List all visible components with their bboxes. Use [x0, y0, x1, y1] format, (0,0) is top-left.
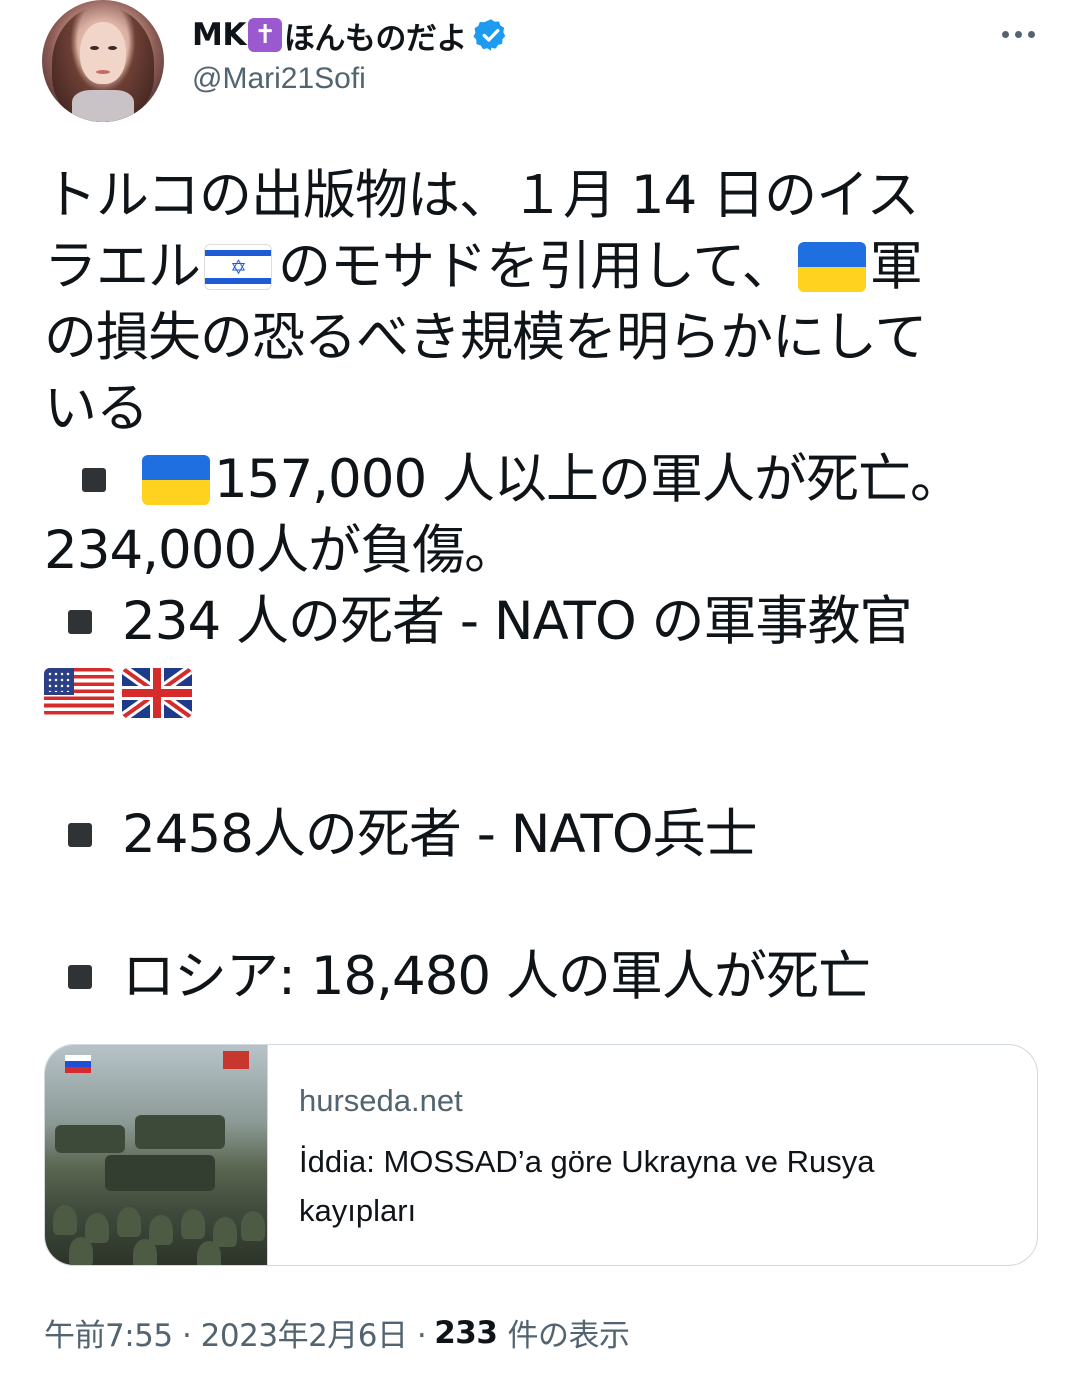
- tweet-line: [44, 657, 1044, 728]
- tweet-text: トルコの出版物は、１月 14 日のイス ラエル ✡ のモサドを引用して、 軍 の…: [44, 160, 1044, 1012]
- avatar-eye: [108, 46, 117, 50]
- tweet-line-empty: [44, 728, 1044, 799]
- soldier-shape: [197, 1241, 221, 1265]
- cross-icon: ✝: [247, 18, 282, 52]
- soldier-shape: [53, 1205, 77, 1235]
- soldier-shape: [117, 1207, 141, 1237]
- tweet-line: ロシア: 18,480 人の軍人が死亡: [44, 941, 1044, 1012]
- red-banner-icon: [223, 1051, 249, 1069]
- more-options-icon[interactable]: [996, 22, 1040, 46]
- black-square-bullet-icon: [68, 964, 92, 989]
- soldier-shape: [149, 1215, 173, 1245]
- tank-shape: [105, 1155, 215, 1191]
- tweet-text-segment: ロシア: 18,480 人の軍人が死亡: [122, 946, 871, 1007]
- user-handle[interactable]: @Mari21Sofi: [192, 62, 366, 96]
- tweet-text-segment: の損失の恐るべき規模を明らかにして: [44, 307, 927, 368]
- tweet-line: 157,000 人以上の軍人が死亡。: [44, 444, 1044, 515]
- tank-shape: [55, 1125, 125, 1153]
- soldier-shape: [181, 1209, 205, 1239]
- russia-flag-icon: [65, 1055, 91, 1073]
- link-title: İddia: MOSSAD’a göre Ukrayna ve Rusya ka…: [299, 1144, 875, 1228]
- timestamp[interactable]: 午前7:55 · 2023年2月6日 ·: [44, 1310, 427, 1355]
- tank-shape: [135, 1115, 225, 1149]
- avatar-eye: [90, 46, 99, 50]
- avatar-neck: [72, 90, 134, 122]
- tweet-text-segment: ラエル: [44, 236, 201, 297]
- tweet-line: 2458人の死者 - NATO兵士: [44, 799, 1044, 870]
- tweet-line: トルコの出版物は、１月 14 日のイス: [44, 160, 1044, 231]
- avatar-lips: [96, 70, 110, 74]
- tweet-text-segment: いる: [44, 378, 149, 439]
- soldier-shape: [69, 1237, 93, 1265]
- tweet-line-empty: [44, 870, 1044, 941]
- avatar[interactable]: [42, 0, 164, 122]
- soldier-shape: [241, 1211, 265, 1241]
- views-label: 件の表示: [507, 1318, 630, 1354]
- link-preview-card[interactable]: hurseda.net İddia: MOSSAD’a göre Ukrayna…: [44, 1044, 1038, 1266]
- tweet-text-segment: 軍: [869, 236, 923, 297]
- link-preview-image: [45, 1045, 268, 1265]
- soldier-shape: [213, 1217, 237, 1247]
- display-name-suffix: ほんものだよ: [283, 20, 468, 57]
- tweet-text-segment: 234 人の死者 - NATO の軍事教官: [122, 591, 913, 652]
- avatar-face: [80, 22, 126, 84]
- tweet-text-segment: 234,000人が負傷。: [44, 520, 517, 581]
- black-square-bullet-icon: [68, 609, 92, 634]
- display-name[interactable]: MK ✝ ほんものだよ: [192, 14, 509, 57]
- tweet-line: 234,000人が負傷。: [44, 515, 1044, 586]
- tweet-line: いる: [44, 373, 1044, 444]
- soldier-shape: [85, 1213, 109, 1243]
- ukraine-flag-icon: [797, 241, 866, 292]
- display-name-prefix: MK: [192, 17, 246, 53]
- tweet-text-segment: 2458人の死者 - NATO兵士: [122, 804, 758, 865]
- us-flag-icon: [44, 667, 114, 718]
- israel-flag-icon: ✡: [204, 243, 272, 290]
- ukraine-flag-icon: [142, 454, 210, 505]
- link-domain: hurseda.net: [299, 1083, 463, 1118]
- verified-badge-icon: [473, 19, 506, 51]
- tweet-meta: 午前7:55 · 2023年2月6日 · 233 件の表示: [44, 1310, 630, 1355]
- views-count: 233: [434, 1314, 498, 1351]
- tweet-line: の損失の恐るべき規模を明らかにして: [44, 302, 1044, 373]
- tweet-text-segment: トルコの出版物は、１月 14 日のイス: [44, 165, 919, 226]
- tweet-text-segment: 157,000 人以上の軍人が死亡。: [214, 449, 963, 510]
- soldier-shape: [133, 1239, 157, 1265]
- tweet-line: 234 人の死者 - NATO の軍事教官: [44, 586, 1044, 657]
- black-square-bullet-icon: [68, 822, 92, 847]
- black-square-bullet-icon: [82, 467, 106, 492]
- tweet-text-segment: のモサドを引用して、: [278, 236, 795, 297]
- tweet-line: ラエル ✡ のモサドを引用して、 軍: [44, 231, 1044, 302]
- uk-flag-icon: [122, 667, 192, 718]
